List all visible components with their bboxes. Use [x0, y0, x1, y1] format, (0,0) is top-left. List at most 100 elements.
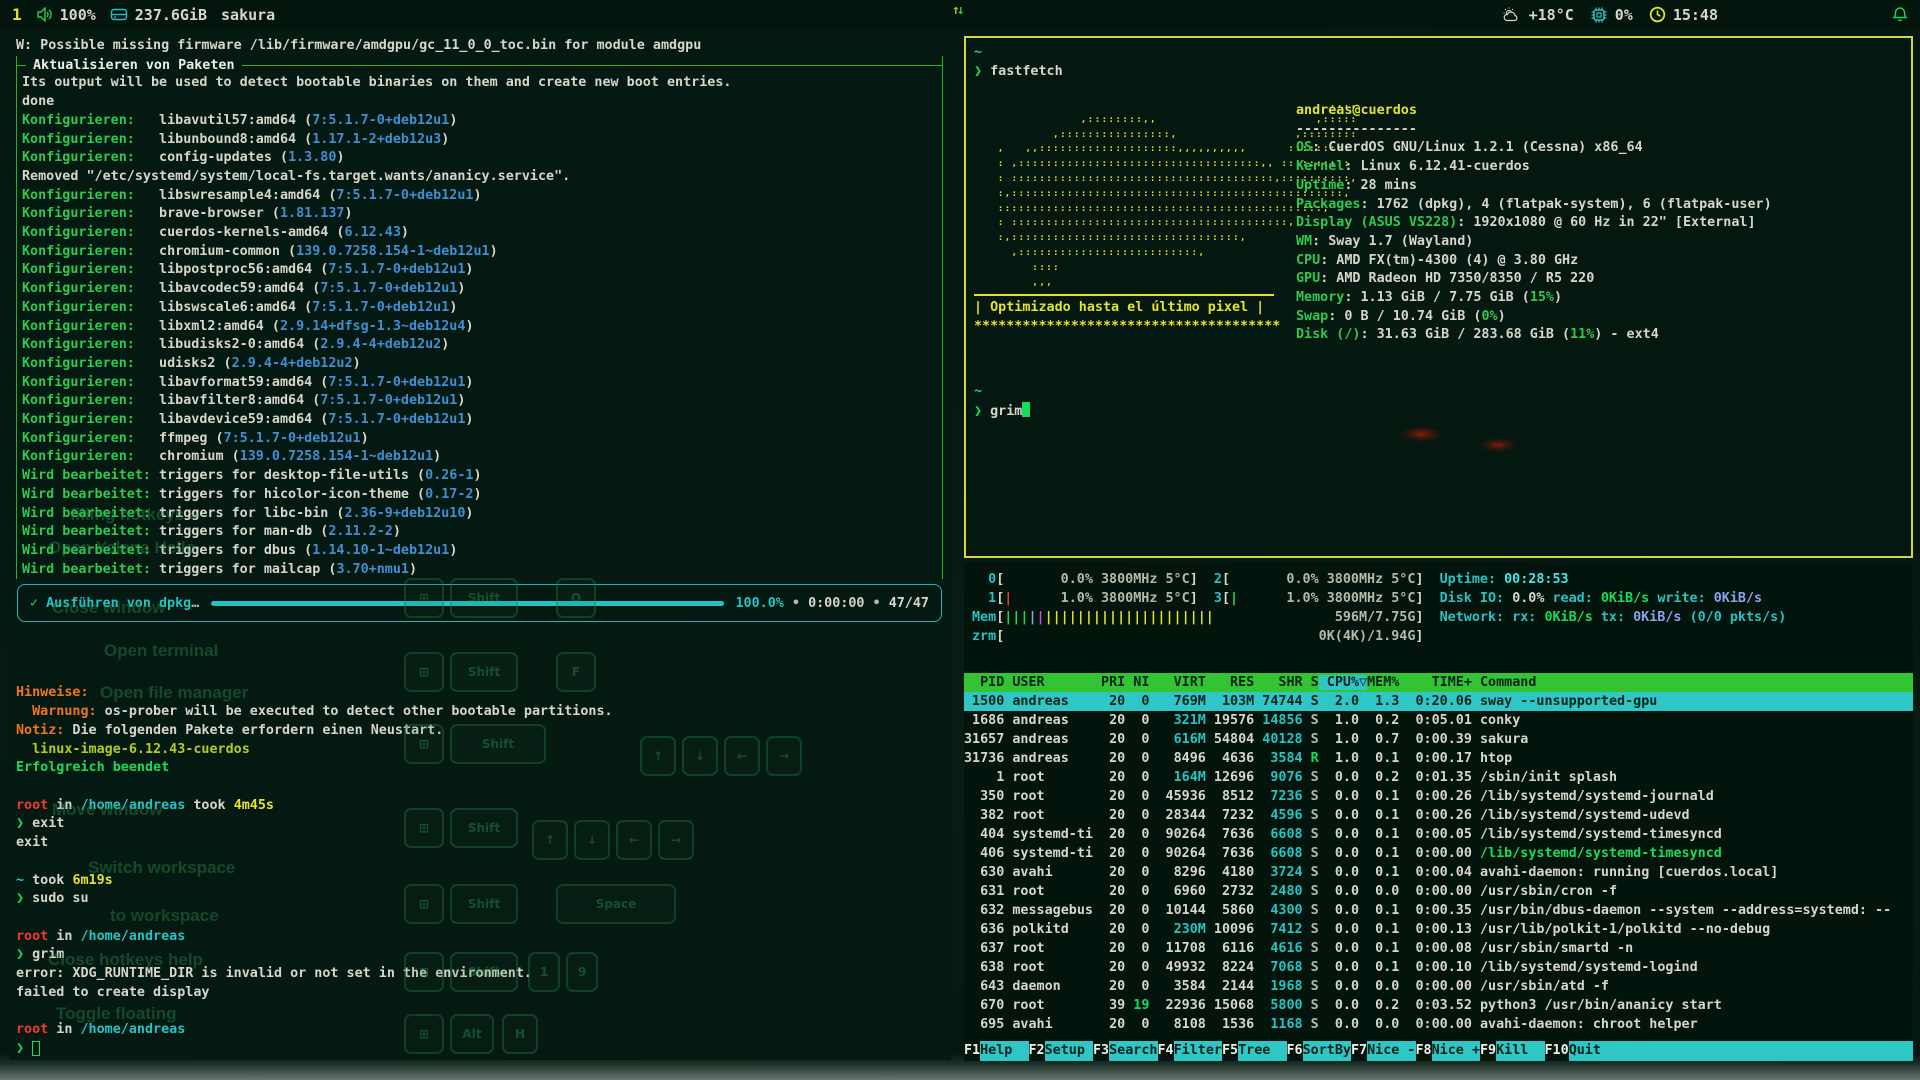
process-row[interactable]: 670 root 39 19 22936 15068 5800 S 0.0 0.… [964, 996, 1913, 1015]
terminal-line: Konfigurieren: chromium (139.0.7258.154-… [22, 448, 942, 467]
terminal-line: Notiz: Die folgenden Pakete erfordern ei… [16, 722, 945, 741]
terminal-window-htop[interactable]: 0[ 0.0% 3800MHz 5°C] 2[ 0.0% 3800MHz 5°C… [964, 562, 1913, 1061]
volume-value: 100% [60, 6, 96, 24]
terminal-line: Memory: 1.13 GiB / 7.75 GiB (15%) [1296, 289, 1772, 308]
terminal-line: Konfigurieren: libavcodec59:amd64 (7:5.1… [22, 280, 942, 299]
fkey-f10[interactable]: F10 [1545, 1041, 1569, 1061]
process-table-header[interactable]: PID USER PRI NI VIRT RES SHR S CPU%▽MEM%… [964, 673, 1913, 692]
fkey-f1[interactable]: F1 [964, 1041, 980, 1061]
fkey-f9[interactable]: F9 [1480, 1041, 1496, 1061]
process-row[interactable]: 632 messagebus 20 0 10144 5860 4300 S 0.… [964, 901, 1913, 920]
process-row[interactable]: 643 daemon 20 0 3584 2144 1968 S 0.0 0.0… [964, 977, 1913, 996]
fkey-label[interactable]: Setup [1045, 1041, 1093, 1061]
temperature-value: +18°C [1529, 6, 1574, 24]
status-bar: 1 100% 237.6GiB sakura ↑↓ +18°C 0% [0, 0, 1920, 29]
terminal-line: ❯ exit [16, 815, 945, 834]
terminal-line: Konfigurieren: libavfilter8:amd64 (7:5.1… [22, 392, 942, 411]
terminal-line: Erfolgreich beendet [16, 759, 945, 778]
terminal-line: Warnung: os-prober will be executed to d… [16, 703, 945, 722]
fkey-f3[interactable]: F3 [1093, 1041, 1109, 1061]
process-row[interactable]: 1500 andreas 20 0 769M 103M 74744 S 2.0 … [964, 692, 1913, 711]
process-row[interactable]: 695 avahi 20 0 8108 1536 1168 S 0.0 0.0 … [964, 1015, 1913, 1034]
fastfetch-info: andreas@cuerdos---------------OS: CuerdO… [1296, 102, 1772, 345]
fastfetch-banner: | Optimizado hasta el último pixel | ***… [974, 294, 1280, 336]
command-fastfetch: fastfetch [990, 64, 1063, 79]
weather-icon [1502, 7, 1522, 23]
fkey-label[interactable]: Search [1109, 1041, 1157, 1061]
terminal-line: Wird bearbeitet: triggers for dbus (1.14… [22, 542, 942, 561]
terminal-line: Wird bearbeitet: triggers for desktop-fi… [22, 467, 942, 486]
terminal-line: CPU: AMD FX(tm)-4300 (4) @ 3.80 GHz [1296, 252, 1772, 271]
fkey-label[interactable]: Nice + [1432, 1041, 1480, 1061]
terminal-line: Wird bearbeitet: triggers for libc-bin (… [22, 505, 942, 524]
speaker-icon [36, 7, 53, 22]
cpu-module[interactable]: 0% [1590, 6, 1633, 24]
terminal-line: ❯ grim [16, 946, 945, 965]
fastfetch-prompt: ~ ❯ fastfetch [974, 44, 1063, 81]
terminal-line: 0[ 0.0% 3800MHz 5°C] 2[ 0.0% 3800MHz 5°C… [972, 570, 1905, 589]
fkey-f5[interactable]: F5 [1222, 1041, 1238, 1061]
terminal-line: linux-image-6.12.43-cuerdos [16, 741, 945, 760]
terminal-line [16, 853, 945, 872]
banner-stars: ************************************** [974, 319, 1280, 334]
process-row[interactable]: 637 root 20 0 11708 6116 4616 S 0.0 0.1 … [964, 939, 1913, 958]
process-row[interactable]: 638 root 20 0 49932 8224 7068 S 0.0 0.1 … [964, 958, 1913, 977]
clock-module[interactable]: 15:48 [1649, 6, 1718, 24]
chip-icon [1590, 6, 1608, 23]
progress-count: 47/47 [889, 596, 929, 611]
terminal-line: Konfigurieren: libswresample4:amd64 (7:5… [22, 187, 942, 206]
terminal-line: Swap: 0 B / 10.74 GiB (0%) [1296, 308, 1772, 327]
process-row[interactable]: 31736 andreas 20 0 8496 4636 3584 R 1.0 … [964, 749, 1913, 768]
time-value: 15:48 [1673, 6, 1718, 24]
terminal-window-apt[interactable]: W: Possible missing firmware /lib/firmwa… [10, 33, 951, 1060]
disk-module[interactable]: 237.6GiB [110, 6, 207, 24]
fkey-label[interactable]: SortBy [1303, 1041, 1351, 1061]
terminal-line: Disk (/): 31.63 GiB / 283.68 GiB (11%) -… [1296, 326, 1772, 345]
process-row[interactable]: 636 polkitd 20 0 230M 10096 7412 S 0.0 0… [964, 920, 1913, 939]
bell-icon[interactable] [1892, 6, 1908, 23]
fkey-label[interactable]: Filter [1174, 1041, 1222, 1061]
fkey-label[interactable]: Tree [1238, 1041, 1286, 1061]
terminal-line: Konfigurieren: chromium-common (139.0.72… [22, 243, 942, 262]
workspace-indicator[interactable]: 1 [12, 5, 22, 24]
fkey-f7[interactable]: F7 [1351, 1041, 1367, 1061]
dpkg-progress-box: ✓ Ausführen von dpkg … 100.0% • 0:00:00 … [17, 584, 942, 622]
fkey-f4[interactable]: F4 [1158, 1041, 1174, 1061]
apt-warning-lines: W: Possible missing firmware /lib/firmwa… [16, 37, 945, 56]
fkey-label[interactable]: Kill [1496, 1041, 1544, 1061]
terminal-line: Konfigurieren: libxml2:amd64 (2.9.14+dfs… [22, 318, 942, 337]
process-row[interactable]: 350 root 20 0 45936 8512 7236 S 0.0 0.1 … [964, 787, 1913, 806]
terminal-line: Removed "/etc/systemd/system/local-fs.ta… [22, 168, 942, 187]
terminal-line: Packages: 1762 (dpkg), 4 (flatpak-system… [1296, 196, 1772, 215]
process-row[interactable]: 404 systemd-ti 20 0 90264 7636 6608 S 0.… [964, 825, 1913, 844]
process-row[interactable]: 1686 andreas 20 0 321M 19576 14856 S 1.0… [964, 711, 1913, 730]
volume-module[interactable]: 100% [36, 6, 96, 24]
terminal-line [16, 666, 945, 685]
fastfetch-tail-prompt: ~ ❯ grim [974, 383, 1030, 421]
fkey-f8[interactable]: F8 [1416, 1041, 1432, 1061]
htop-process-table: PID USER PRI NI VIRT RES SHR S CPU%▽MEM%… [964, 673, 1913, 1034]
fkey-label[interactable]: Help [980, 1041, 1028, 1061]
process-row[interactable]: 406 systemd-ti 20 0 90264 7636 6608 S 0.… [964, 844, 1913, 863]
terminal-line [16, 778, 945, 797]
terminal-line: ❯ [16, 1040, 945, 1059]
terminal-line: root in /home/andreas [16, 928, 945, 947]
weather-module[interactable]: +18°C [1502, 6, 1574, 24]
fkey-f2[interactable]: F2 [1029, 1041, 1045, 1061]
process-row[interactable]: 382 root 20 0 28344 7232 4596 S 0.0 0.1 … [964, 806, 1913, 825]
terminal-line: WM: Sway 1.7 (Wayland) [1296, 233, 1772, 252]
terminal-line [16, 628, 945, 647]
fkey-label[interactable]: Quit [1569, 1041, 1617, 1061]
fkey-label[interactable]: Nice - [1367, 1041, 1415, 1061]
terminal-line: Konfigurieren: libunbound8:amd64 (1.17.1… [22, 131, 942, 150]
process-row[interactable]: 631 root 20 0 6960 2732 2480 S 0.0 0.0 0… [964, 882, 1913, 901]
terminal-line: Konfigurieren: libudisks2-0:amd64 (2.9.4… [22, 336, 942, 355]
terminal-line: Mem[|||||||||||||||||||||||||| 596M/7.75… [972, 608, 1905, 627]
fkey-f6[interactable]: F6 [1287, 1041, 1303, 1061]
process-row[interactable]: 1 root 20 0 164M 12696 9076 S 0.0 0.2 0:… [964, 768, 1913, 787]
process-row[interactable]: 31657 andreas 20 0 616M 54804 40128 S 1.… [964, 730, 1913, 749]
process-row[interactable]: 630 avahi 20 0 8296 4180 3724 S 0.0 0.1 … [964, 863, 1913, 882]
terminal-window-fastfetch[interactable]: ~ ❯ fastfetch ,,,, ,::::::::,, ,::::: ,:… [964, 36, 1913, 558]
command-grim: grim [990, 404, 1022, 419]
hostname: sakura [221, 6, 275, 24]
